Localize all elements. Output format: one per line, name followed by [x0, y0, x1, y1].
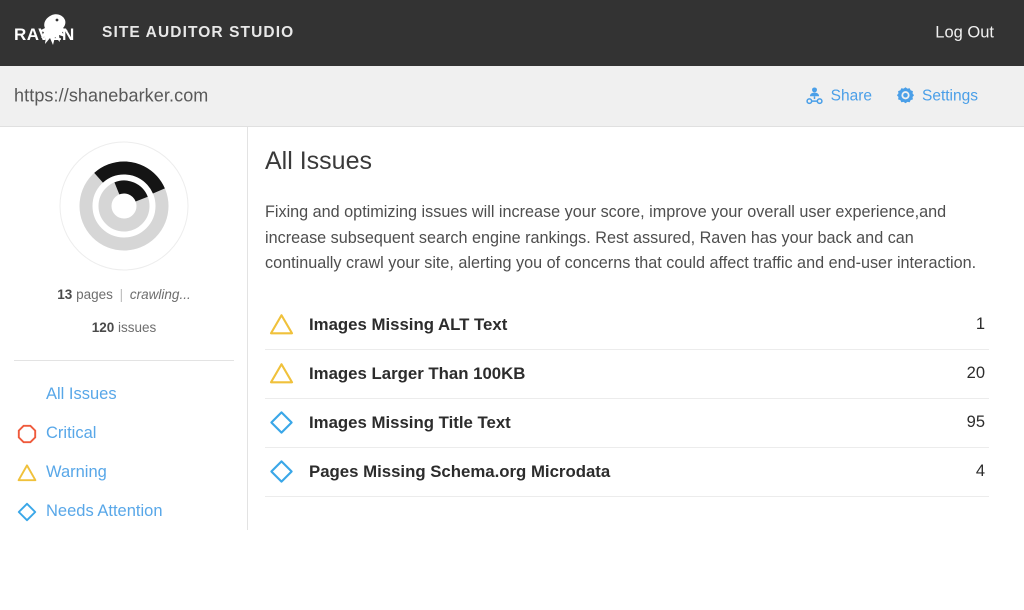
octagon-icon [16, 423, 38, 445]
diamond-icon [16, 501, 38, 523]
issue-count: 1 [976, 315, 989, 334]
raven-bird-logo: RAVEN [12, 11, 74, 55]
issue-label: Pages Missing Schema.org Microdata [309, 462, 976, 482]
sidebar-nav: All Issues Critical Warning [0, 375, 248, 531]
crawl-status: crawling... [130, 287, 191, 302]
pages-label: pages [76, 287, 113, 302]
pages-count: 13 [57, 287, 72, 302]
issue-label: Images Larger Than 100KB [309, 364, 967, 384]
sidebar-item-all-issues[interactable]: All Issues [0, 375, 248, 414]
triangle-icon [265, 361, 309, 386]
issue-list: Images Missing ALT Text 1 Images Larger … [265, 301, 989, 497]
table-row[interactable]: Images Missing Title Text 95 [265, 399, 989, 448]
sidebar-item-label: All Issues [46, 385, 117, 404]
sidebar-item-critical[interactable]: Critical [0, 414, 248, 453]
logout-button[interactable]: Log Out [935, 24, 994, 43]
triangle-icon [16, 462, 38, 484]
sidebar-item-label: Critical [46, 424, 96, 443]
issues-label: issues [118, 320, 156, 335]
table-row[interactable]: Pages Missing Schema.org Microdata 4 [265, 448, 989, 497]
diamond-icon [265, 459, 309, 484]
app-header: RAVEN SITE AUDITOR STUDIO Log Out [0, 0, 1024, 66]
issue-label: Images Missing ALT Text [309, 315, 976, 335]
content-area: 13 pages | crawling... 120 issues All Is… [0, 127, 1024, 610]
settings-button[interactable]: Settings [896, 87, 978, 106]
crawl-status-line: 13 pages | crawling... [0, 287, 248, 302]
page-title: All Issues [265, 147, 1005, 176]
site-url: https://shanebarker.com [14, 86, 208, 107]
url-bar: https://shanebarker.com Share [0, 66, 1024, 127]
sidebar-divider [14, 360, 234, 361]
issues-total-line: 120 issues [0, 320, 248, 335]
sidebar-item-warning[interactable]: Warning [0, 453, 248, 492]
sidebar: 13 pages | crawling... 120 issues All Is… [0, 127, 248, 530]
diamond-icon [265, 410, 309, 435]
intro-description: Fixing and optimizing issues will increa… [265, 200, 989, 277]
triangle-icon [265, 312, 309, 337]
share-label: Share [831, 87, 872, 105]
url-bar-actions: Share Settings [805, 87, 978, 106]
sidebar-item-label: Warning [46, 463, 107, 482]
status-separator: | [120, 287, 124, 302]
settings-label: Settings [922, 87, 978, 105]
share-button[interactable]: Share [805, 87, 872, 106]
app-title: SITE AUDITOR STUDIO [102, 24, 294, 42]
issue-label: Images Missing Title Text [309, 413, 967, 433]
issues-count: 120 [92, 320, 115, 335]
main-panel: All Issues Fixing and optimizing issues … [265, 127, 1005, 497]
sidebar-item-needs-attention[interactable]: Needs Attention [0, 492, 248, 531]
issue-count: 4 [976, 462, 989, 481]
crawl-progress-rings [59, 141, 189, 271]
table-row[interactable]: Images Missing ALT Text 1 [265, 301, 989, 350]
issue-count: 95 [967, 413, 989, 432]
gear-icon [896, 87, 915, 106]
share-person-icon [805, 87, 824, 106]
sidebar-item-label: Needs Attention [46, 502, 163, 521]
issue-count: 20 [967, 364, 989, 383]
table-row[interactable]: Images Larger Than 100KB 20 [265, 350, 989, 399]
svg-text:RAVEN: RAVEN [14, 25, 74, 44]
